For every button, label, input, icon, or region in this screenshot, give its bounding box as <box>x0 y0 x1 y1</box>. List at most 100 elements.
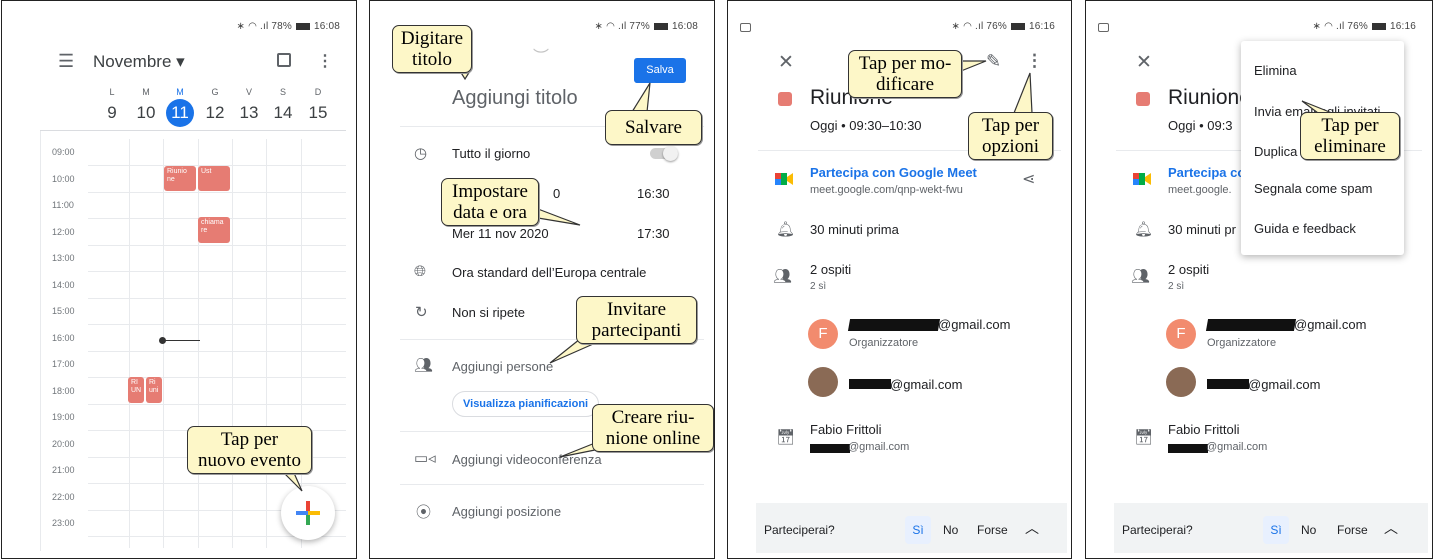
repeat[interactable]: Non si ripete <box>452 305 525 320</box>
calendar-owner: Fabio Frittoli <box>810 422 882 437</box>
rsvp-no-button[interactable]: No <box>943 523 958 537</box>
redacted-email <box>849 379 891 389</box>
close-icon[interactable]: ✕ <box>778 51 794 74</box>
event-title: Riunione <box>1168 86 1251 109</box>
hour-gridline <box>88 191 346 193</box>
today-icon[interactable] <box>277 53 291 67</box>
google-meet-icon <box>775 173 793 185</box>
status-bar: ∗ ◠ .ıl 78% 16:08 <box>236 21 340 32</box>
chevron-up-icon[interactable]: ︿ <box>1025 518 1039 538</box>
join-meet-link[interactable]: Partecipa co <box>1168 165 1245 180</box>
add-location[interactable]: Aggiungi posizione <box>452 504 561 519</box>
calendar-owner: Fabio Frittoli <box>1168 422 1240 437</box>
menu-item-delete[interactable]: Elimina <box>1254 63 1297 78</box>
share-icon[interactable]: ⋖ <box>1022 169 1035 189</box>
bell-icon: 🔔︎ <box>1134 221 1154 238</box>
reminder: 30 minuti pr <box>1168 222 1236 237</box>
day-header[interactable]: S 14 <box>266 87 300 127</box>
hour-label: 16:00 <box>52 332 75 343</box>
bell-icon: 🔔︎ <box>776 221 796 238</box>
day-header-today[interactable]: M 11 <box>163 87 197 127</box>
hour-label: 14:00 <box>52 279 75 290</box>
start-time[interactable]: 16:30 <box>637 186 670 201</box>
callout-title: Digitare titolo <box>392 25 472 73</box>
end-time[interactable]: 17:30 <box>637 226 670 241</box>
view-schedules-button[interactable]: Visualizza pianificazioni <box>452 391 600 417</box>
day-header[interactable]: V 13 <box>232 87 266 127</box>
calendar-event[interactable]: Riunio ne <box>164 166 196 191</box>
menu-item-report-spam[interactable]: Segnala come spam <box>1254 181 1373 196</box>
join-meet-link[interactable]: Partecipa con Google Meet <box>810 165 977 180</box>
callout-invite: Invitare partecipanti <box>576 296 697 344</box>
more-options-icon[interactable]: ⋮ <box>317 51 333 71</box>
day-header[interactable]: M 10 <box>129 87 163 127</box>
menu-item-help-feedback[interactable]: Guida e feedback <box>1254 221 1356 236</box>
rsvp-maybe-button[interactable]: Forse <box>1337 523 1368 537</box>
status-bar: ∗ ◠ .ıl 77% 16:08 <box>594 21 698 32</box>
repeat-icon: ↻ <box>415 304 428 321</box>
guest-email: @gmail.com <box>1294 317 1367 332</box>
day-header[interactable]: G 12 <box>198 87 232 127</box>
new-event-fab[interactable] <box>281 486 335 540</box>
more-options-icon[interactable]: ⋮ <box>1026 51 1043 71</box>
add-people-input[interactable]: Aggiungi persone <box>452 359 553 374</box>
hour-gridline <box>88 403 346 405</box>
day-header[interactable]: L9 <box>95 87 129 127</box>
location-icon: ⦿ <box>416 504 432 521</box>
guest-count: 2 ospiti <box>1168 262 1210 277</box>
hour-gridline <box>88 350 346 352</box>
day-header[interactable]: D 15 <box>301 87 335 127</box>
avatar <box>1166 367 1196 397</box>
add-videoconference[interactable]: Aggiungi videoconferenza <box>452 452 602 467</box>
meet-url: meet.google.com/qnp-wekt-fwu <box>810 184 963 196</box>
hour-label: 09:00 <box>52 147 75 157</box>
calendar-week-panel: ∗ ◠ .ıl 78% 16:08 ☰ Novembre ▾ ⋮ L9 M 10 … <box>1 0 357 559</box>
end-date[interactable]: Mer 11 nov 2020 <box>452 226 549 241</box>
start-date[interactable]: 0 <box>553 186 560 201</box>
rsvp-yes-button[interactable]: Sì <box>1263 516 1289 544</box>
rsvp-maybe-button[interactable]: Forse <box>977 523 1008 537</box>
chevron-up-icon[interactable]: ︿ <box>1384 518 1398 538</box>
callout-delete: Tap per eliminare <box>1300 112 1400 160</box>
event-time: Oggi • 09:3 <box>1168 118 1233 133</box>
owner-email: @gmail.com <box>848 441 910 453</box>
hour-label: 18:00 <box>52 385 75 396</box>
title-input[interactable]: Aggiungi titolo <box>452 87 578 110</box>
callout-meet: Creare riu-nione online <box>592 404 714 452</box>
avatar: F <box>808 319 838 349</box>
video-icon: ▭◃ <box>414 450 436 467</box>
rsvp-label: Parteciperai? <box>764 523 835 537</box>
calendar-event[interactable]: Ri uni <box>146 377 162 403</box>
status-bar: ∗ ◠ .ıl 76% 16:16 <box>951 21 1055 32</box>
timezone[interactable]: Ora standard dell’Europa centrale <box>452 265 646 280</box>
guest-email: @gmail.com <box>890 377 963 392</box>
event-time: Oggi • 09:30–10:30 <box>810 118 922 133</box>
event-color-swatch <box>1136 92 1150 106</box>
edit-pencil-icon[interactable]: ✎ <box>986 51 1001 72</box>
hour-label: 12:00 <box>52 226 75 237</box>
plus-icon <box>296 501 320 525</box>
rsvp-no-button[interactable]: No <box>1301 523 1316 537</box>
guest-count: 2 ospiti <box>810 262 852 277</box>
all-day-toggle[interactable] <box>650 146 678 161</box>
redacted-email <box>1205 319 1297 331</box>
people-icon: 👥︎ <box>1131 268 1151 285</box>
month-selector[interactable]: Novembre ▾ <box>93 52 185 72</box>
calendar-event[interactable]: Ust <box>198 166 230 191</box>
new-event-panel: ∗ ◠ .ıl 77% 16:08 ︶ Salva Aggiungi titol… <box>369 0 715 559</box>
calendar-event[interactable]: RI UN <box>128 377 144 403</box>
menu-item-duplicate[interactable]: Duplica <box>1254 144 1297 159</box>
guest-yes-count: 2 sì <box>1168 281 1185 292</box>
guest-email: @gmail.com <box>1248 377 1321 392</box>
save-button[interactable]: Salva <box>634 58 686 83</box>
menu-icon[interactable]: ☰ <box>58 51 74 72</box>
rsvp-yes-button[interactable]: Sì <box>905 516 931 544</box>
drag-handle-icon[interactable]: ︶ <box>533 43 549 67</box>
redacted-email <box>1168 444 1208 453</box>
calendar-event[interactable]: chiama re <box>198 217 230 243</box>
hour-label: 21:00 <box>52 465 75 475</box>
clock-icon: ◷ <box>414 145 428 162</box>
globe-icon: 🌐︎ <box>414 263 427 280</box>
close-icon[interactable]: ✕ <box>1136 51 1152 74</box>
callout-save: Salvare <box>605 110 702 145</box>
